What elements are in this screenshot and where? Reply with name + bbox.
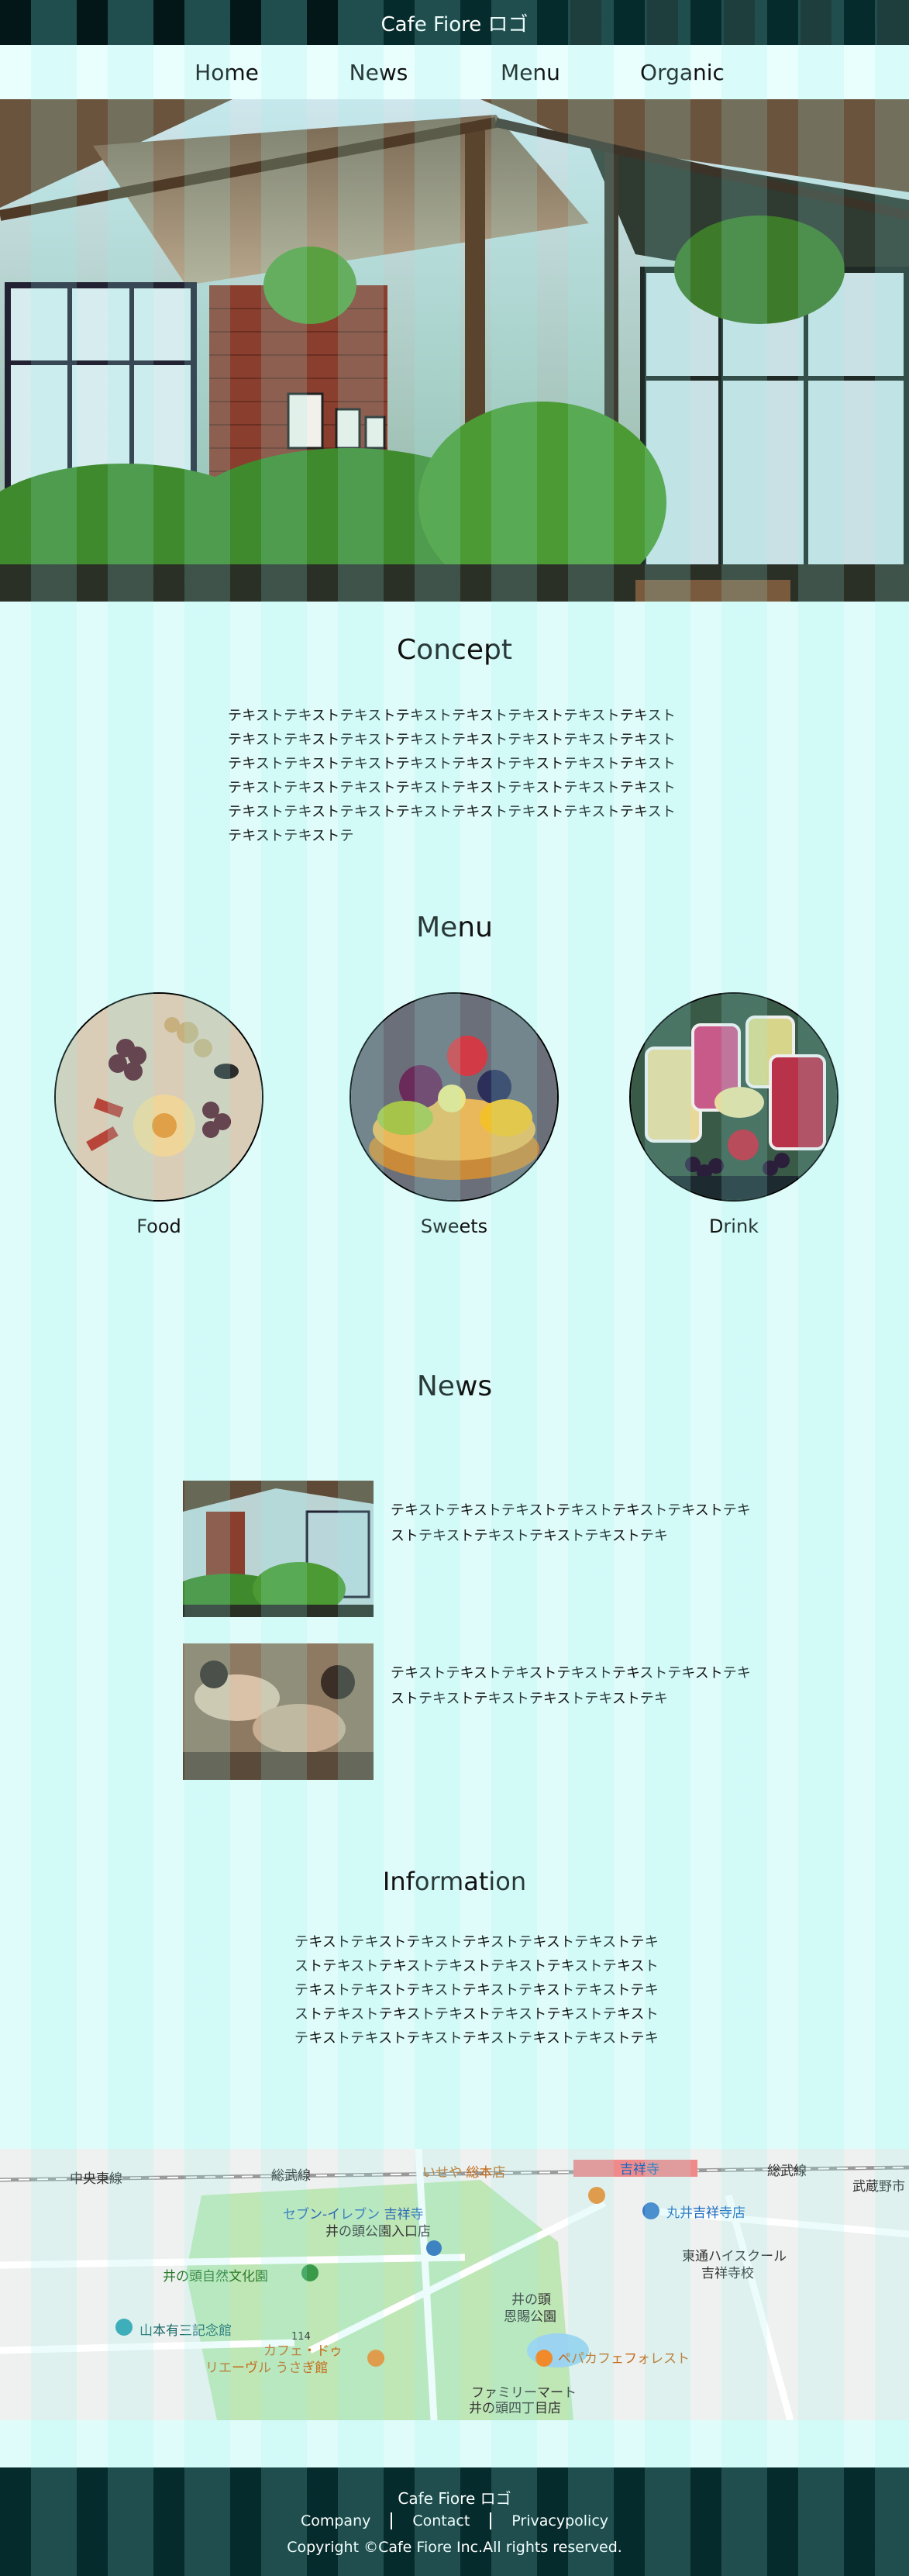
map-label: 井の頭自然文化園 bbox=[163, 2269, 268, 2285]
hero-image bbox=[0, 99, 909, 602]
drink-image[interactable] bbox=[629, 992, 838, 1202]
store-pin-icon[interactable] bbox=[426, 2240, 442, 2256]
site-logo[interactable]: Cafe Fiore ロゴ bbox=[380, 9, 528, 37]
map-label: 恩賜公園 bbox=[504, 2309, 556, 2325]
copyright: Copyright ©Cafe Fiore Inc.All rights res… bbox=[287, 2539, 622, 2556]
concept-text: テキストテキストテキストテキストテキストテキストテキストテキストテキストテキスト… bbox=[228, 708, 677, 844]
cafe-pin-icon[interactable] bbox=[367, 2350, 384, 2367]
site-header: Cafe Fiore ロゴ bbox=[0, 0, 909, 45]
footer-link-privacy[interactable]: Privacypolicy bbox=[491, 2512, 628, 2529]
main-nav: Home News Menu Organic bbox=[0, 45, 909, 99]
shop-pin-icon[interactable] bbox=[642, 2202, 659, 2219]
park-pin-icon[interactable] bbox=[301, 2264, 318, 2281]
header-stripe bbox=[0, 0, 31, 45]
map-label: 東通ハイスクール bbox=[682, 2249, 787, 2264]
header-stripe bbox=[77, 0, 108, 45]
map-label: ペパカフェフォレスト bbox=[558, 2351, 690, 2367]
menu-card-drink[interactable]: Drink bbox=[629, 992, 838, 1237]
map-label: 武蔵野市 bbox=[852, 2179, 905, 2195]
map-label: 総武線 bbox=[767, 2164, 807, 2179]
news-text: テキストテキストテキストテキストテキストテキストテキストテキストテキストテキスト… bbox=[391, 1502, 751, 1544]
menu-title: Menu bbox=[416, 912, 493, 943]
menu-card-sweets[interactable]: Sweets bbox=[349, 992, 559, 1237]
header-stripe bbox=[230, 0, 261, 45]
footer-link-contact[interactable]: Contact bbox=[392, 2512, 492, 2529]
news-text: テキストテキストテキストテキストテキストテキストテキストテキストテキストテキスト… bbox=[391, 1665, 751, 1707]
nav-news[interactable]: News bbox=[303, 60, 455, 85]
map-label: 井の頭公園入口店 bbox=[325, 2224, 431, 2240]
map-label: 井の頭四丁目店 bbox=[469, 2401, 561, 2416]
news-title: News bbox=[416, 1371, 493, 1402]
map-label: ファミリーマート bbox=[471, 2385, 577, 2401]
map-label: カフェ・ドゥ bbox=[263, 2343, 343, 2359]
site-footer: Cafe Fiore ロゴ Company Contact Privacypol… bbox=[0, 2467, 909, 2576]
news-item[interactable]: テキストテキストテキストテキストテキストテキストテキストテキストテキストテキスト… bbox=[183, 1481, 756, 1617]
header-stripe bbox=[724, 0, 755, 45]
sweets-label: Sweets bbox=[420, 1216, 488, 1237]
restaurant-pin-icon[interactable] bbox=[588, 2187, 605, 2204]
sweets-image[interactable] bbox=[349, 992, 559, 1202]
header-stripe bbox=[570, 0, 601, 45]
map-label: 吉祥寺 bbox=[620, 2162, 659, 2178]
map-label: 山本有三記念館 bbox=[139, 2323, 232, 2339]
header-stripe bbox=[307, 0, 338, 45]
museum-pin-icon[interactable] bbox=[115, 2319, 133, 2336]
menu-card-food[interactable]: Food bbox=[54, 992, 263, 1237]
information-title: Information bbox=[382, 1867, 527, 1896]
header-stripe bbox=[877, 0, 909, 45]
news-item[interactable]: テキストテキストテキストテキストテキストテキストテキストテキストテキストテキスト… bbox=[183, 1643, 756, 1780]
concept-title: Concept bbox=[397, 634, 512, 666]
map-label: 中央東線 bbox=[70, 2171, 122, 2187]
map-label: リエーヴル うさぎ館 bbox=[205, 2360, 328, 2376]
cafe-pin-icon[interactable] bbox=[535, 2350, 553, 2367]
food-image[interactable] bbox=[54, 992, 263, 1202]
header-stripe bbox=[153, 0, 184, 45]
news-thumbnail[interactable] bbox=[183, 1643, 374, 1780]
nav-menu[interactable]: Menu bbox=[455, 60, 607, 85]
header-stripe bbox=[801, 0, 832, 45]
footer-links: Company Contact Privacypolicy bbox=[0, 2512, 909, 2529]
map-label: 総武線 bbox=[271, 2168, 311, 2184]
map-label: 丸井吉祥寺店 bbox=[666, 2205, 745, 2221]
map-label: いせや 総本店 bbox=[422, 2165, 505, 2181]
header-stripe bbox=[647, 0, 678, 45]
food-label: Food bbox=[136, 1216, 181, 1237]
map[interactable]: 中央東線 総武線 いせや 総本店 吉祥寺 総武線 武蔵野市 井の頭自然文化園 セ… bbox=[0, 2149, 909, 2420]
nav-organic[interactable]: Organic bbox=[607, 60, 759, 85]
footer-logo[interactable]: Cafe Fiore ロゴ bbox=[0, 2486, 909, 2509]
footer-link-company[interactable]: Company bbox=[281, 2512, 393, 2529]
news-thumbnail[interactable] bbox=[183, 1481, 374, 1617]
information-text: テキストテキストテキストテキストテキストテキストテキストテキストテキストテキスト… bbox=[294, 1934, 659, 2047]
map-label: セブン-イレブン 吉祥寺 bbox=[283, 2206, 424, 2223]
nav-home[interactable]: Home bbox=[151, 60, 303, 85]
drink-label: Drink bbox=[708, 1216, 759, 1237]
map-label: 114 bbox=[291, 2331, 311, 2343]
map-label: 井の頭 bbox=[511, 2292, 551, 2308]
map-label: 吉祥寺校 bbox=[701, 2266, 754, 2281]
